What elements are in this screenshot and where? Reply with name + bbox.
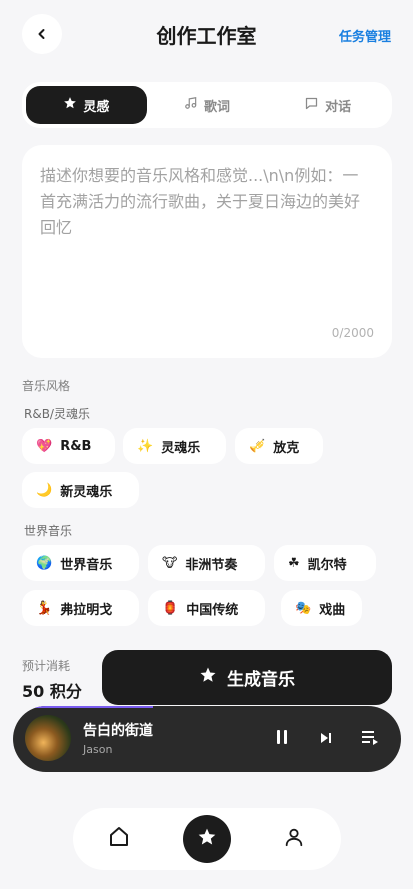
playlist-button[interactable] (359, 728, 381, 750)
style-chip-funk[interactable]: 🎺 放克 (235, 428, 323, 464)
nav-create[interactable] (183, 815, 231, 863)
skip-next-icon (319, 730, 333, 749)
globe-icon: 🌍 (36, 555, 53, 571)
chip-label: 世界音乐 (60, 557, 113, 573)
style-chip-celtic[interactable]: ☘ 凯尔特 (274, 545, 376, 581)
chip-label: 灵魂乐 (161, 440, 201, 456)
playlist-icon (361, 729, 379, 749)
styles-section-label: 音乐风格 (22, 379, 71, 393)
prompt-card: 0/2000 (22, 145, 392, 358)
heart-icon: 💖 (36, 438, 53, 454)
tab-inspiration[interactable]: 灵感 (26, 86, 147, 124)
chip-label: 凯尔特 (307, 557, 347, 573)
player-progress-bar (33, 706, 153, 708)
style-chip-rnb[interactable]: 💖 R&B (22, 428, 115, 464)
song-artist: Jason (83, 743, 113, 756)
chip-label: 戏曲 (319, 602, 346, 618)
task-management-link[interactable]: 任务管理 (339, 26, 391, 45)
pause-icon (275, 729, 289, 749)
header: 创作工作室 任务管理 (0, 14, 413, 54)
star-icon (63, 96, 77, 114)
user-icon (283, 826, 305, 852)
mode-tabs: 灵感 歌词 对话 (22, 82, 392, 128)
song-title: 告白的街道 (83, 723, 153, 739)
music-note-icon (184, 96, 198, 114)
style-chip-african[interactable]: 🐮 非洲节奏 (148, 545, 265, 581)
cow-icon: 🐮 (162, 555, 178, 571)
style-group-label: R&B/灵魂乐 (24, 407, 90, 421)
chip-label: 中国传统 (186, 602, 239, 618)
star-icon (199, 666, 217, 689)
theater-masks-icon: 🎭 (295, 600, 312, 616)
lantern-icon: 🏮 (162, 600, 179, 616)
dancer-icon: 💃 (36, 600, 53, 616)
nav-profile[interactable] (272, 817, 316, 861)
style-chip-chinese[interactable]: 🏮 中国传统 (148, 590, 265, 626)
album-cover (25, 715, 71, 761)
cost-value: 50 积分 (22, 682, 82, 701)
chip-label: 弗拉明戈 (60, 602, 113, 618)
sparkles-icon: ✨ (137, 438, 154, 454)
style-chip-flamenco[interactable]: 💃 弗拉明戈 (22, 590, 139, 626)
next-button[interactable] (315, 728, 337, 750)
style-chip-world[interactable]: 🌍 世界音乐 (22, 545, 139, 581)
chip-label: 放克 (273, 440, 300, 456)
character-counter: 0/2000 (331, 326, 374, 340)
style-group-label: 世界音乐 (24, 524, 73, 538)
star-icon (197, 827, 217, 851)
shamrock-icon: ☘ (288, 555, 300, 571)
tab-label: 歌词 (204, 99, 231, 115)
cost-label: 预计消耗 (22, 659, 71, 673)
style-chip-opera[interactable]: 🎭 戏曲 (281, 590, 362, 626)
style-chip-neo-soul[interactable]: 🌙 新灵魂乐 (22, 472, 139, 508)
chip-label: R&B (60, 438, 92, 454)
style-chip-soul[interactable]: ✨ 灵魂乐 (123, 428, 226, 464)
tab-chat[interactable]: 对话 (267, 86, 388, 124)
trumpet-icon: 🎺 (249, 438, 266, 454)
chip-label: 新灵魂乐 (60, 484, 113, 500)
tab-lyrics[interactable]: 歌词 (147, 86, 268, 124)
generate-label: 生成音乐 (227, 670, 295, 690)
moon-icon: 🌙 (36, 482, 53, 498)
tab-label: 灵感 (83, 99, 110, 115)
bottom-nav (73, 808, 341, 870)
tab-label: 对话 (325, 99, 352, 115)
chip-label: 非洲节奏 (185, 557, 238, 573)
nav-home[interactable] (97, 817, 141, 861)
home-icon (107, 825, 131, 853)
generate-music-button[interactable]: 生成音乐 (102, 650, 392, 705)
pause-button[interactable] (271, 728, 293, 750)
mini-player[interactable]: 告白的街道 Jason (13, 706, 401, 772)
chat-bubble-icon (304, 96, 319, 115)
prompt-input[interactable] (40, 163, 374, 323)
